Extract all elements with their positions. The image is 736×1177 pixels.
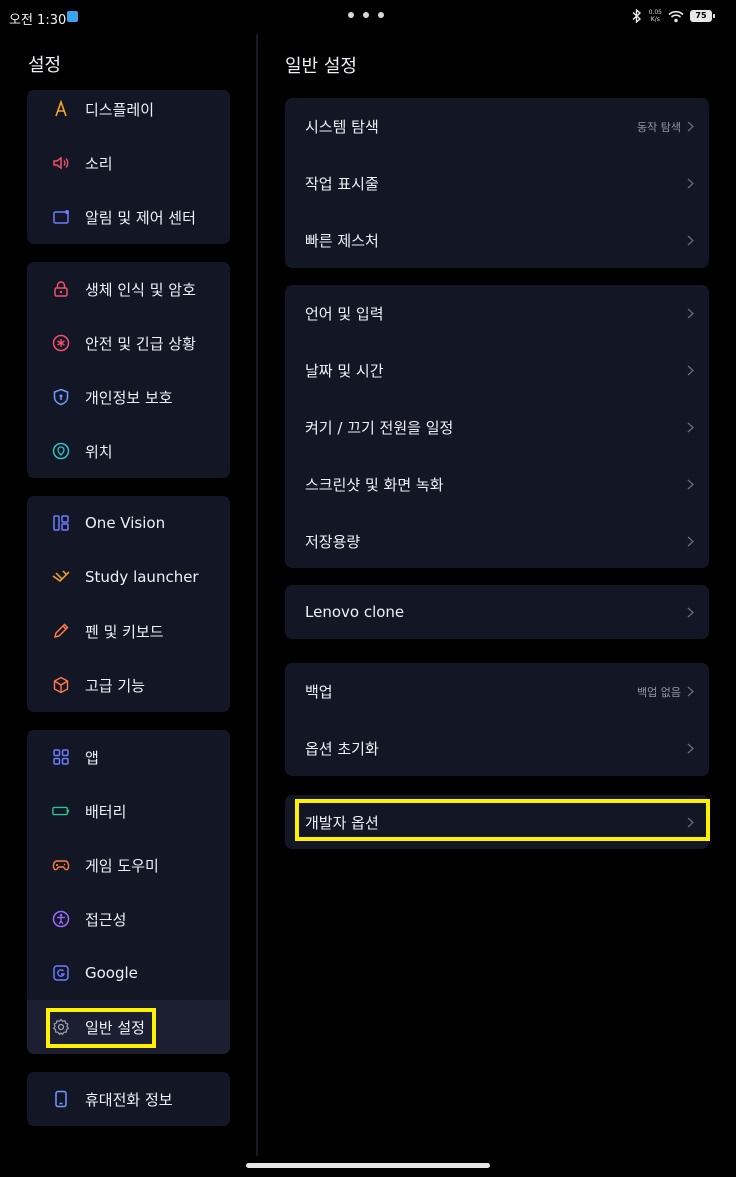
notification-app-icon [67, 11, 78, 22]
chevron-right-icon [687, 743, 695, 755]
sidebar-item-one-vision[interactable]: One Vision [27, 496, 230, 550]
row-power-schedule[interactable]: 켜기 / 끄기 전원을 일정 [285, 399, 709, 456]
chevron-right-icon [687, 606, 695, 618]
sidebar-item-battery[interactable]: 배터리 [27, 784, 230, 838]
row-system-navigation[interactable]: 시스템 탐색 동작 탐색 [285, 98, 709, 155]
apps-icon [51, 747, 71, 767]
settings-group-4: 백업 백업 없음 옵션 초기화 [285, 663, 709, 776]
sidebar-item-game-assistant[interactable]: 게임 도우미 [27, 838, 230, 892]
sidebar-item-sound[interactable]: 소리 [27, 136, 230, 190]
status-bar: 오전 1:30 0.05 K/s 75 [0, 0, 736, 34]
page-title: 일반 설정 [285, 56, 357, 77]
chevron-right-icon [687, 686, 695, 698]
row-quick-gestures[interactable]: 빠른 제스처 [285, 212, 709, 268]
study-icon [51, 567, 71, 587]
home-indicator[interactable] [246, 1163, 490, 1168]
network-speed: 0.05 K/s [648, 9, 662, 23]
sidebar-item-display[interactable]: 디스플레이 [27, 90, 230, 136]
one-vision-icon [51, 513, 71, 533]
window-menu-dots[interactable] [348, 12, 384, 18]
row-screenshot-recording[interactable]: 스크린샷 및 화면 녹화 [285, 456, 709, 513]
sidebar-title: 설정 [28, 55, 62, 76]
shield-icon [51, 387, 71, 407]
location-icon [51, 441, 71, 461]
sidebar-item-phone-info[interactable]: 휴대전화 정보 [27, 1072, 230, 1126]
sidebar-item-privacy[interactable]: 개인정보 보호 [27, 370, 230, 424]
battery-icon [51, 801, 71, 821]
sidebar-item-pen-keyboard[interactable]: 펜 및 키보드 [27, 604, 230, 658]
sidebar-item-general-settings[interactable]: 일반 설정 [27, 1000, 230, 1054]
wifi-icon [668, 10, 684, 22]
chevron-right-icon [687, 235, 695, 247]
highlight-box-developer-options [295, 799, 710, 841]
lock-icon [51, 279, 71, 299]
phone-icon [51, 1089, 71, 1109]
row-lenovo-clone[interactable]: Lenovo clone [285, 585, 709, 639]
sidebar-group-2: 생체 인식 및 암호 안전 및 긴급 상황 개인정보 보호 위치 [27, 262, 230, 478]
settings-group-1: 시스템 탐색 동작 탐색 작업 표시줄 빠른 제스처 [285, 98, 709, 268]
row-developer-options[interactable]: 개발자 옵션 [285, 795, 710, 849]
google-icon [51, 963, 71, 983]
pane-divider [256, 34, 258, 1156]
chevron-right-icon [687, 365, 695, 377]
chevron-right-icon [687, 308, 695, 320]
display-icon [51, 99, 71, 119]
battery-indicator: 75 [690, 10, 715, 22]
row-language-input[interactable]: 언어 및 입력 [285, 285, 709, 342]
sidebar-group-4: 앱 배터리 게임 도우미 접근성 Google 일반 설정 [27, 730, 230, 1054]
advanced-icon [51, 675, 71, 695]
sidebar-item-apps[interactable]: 앱 [27, 730, 230, 784]
sidebar-item-study-launcher[interactable]: Study launcher [27, 550, 230, 604]
chevron-right-icon [687, 178, 695, 190]
settings-group-2: 언어 및 입력 날짜 및 시간 켜기 / 끄기 전원을 일정 스크린샷 및 화면… [285, 285, 709, 568]
row-taskbar[interactable]: 작업 표시줄 [285, 155, 709, 212]
pen-icon [51, 621, 71, 641]
sidebar-item-google[interactable]: Google [27, 946, 230, 1000]
row-date-time[interactable]: 날짜 및 시간 [285, 342, 709, 399]
status-icons: 0.05 K/s 75 [631, 9, 715, 23]
row-reset-options[interactable]: 옵션 초기화 [285, 720, 709, 776]
sidebar-item-biometrics[interactable]: 생체 인식 및 암호 [27, 262, 230, 316]
status-time: 오전 1:30 [9, 13, 67, 28]
row-backup[interactable]: 백업 백업 없음 [285, 663, 709, 720]
settings-group-5: 개발자 옵션 [285, 795, 710, 849]
notification-icon [51, 207, 71, 227]
chevron-right-icon [687, 121, 695, 133]
accessibility-icon [51, 909, 71, 929]
sidebar-item-advanced[interactable]: 고급 기능 [27, 658, 230, 712]
bluetooth-icon [632, 9, 641, 23]
highlight-box-general-settings [46, 1008, 156, 1048]
chevron-right-icon [687, 479, 695, 491]
sidebar-item-notifications[interactable]: 알림 및 제어 센터 [27, 190, 230, 244]
sidebar-item-accessibility[interactable]: 접근성 [27, 892, 230, 946]
sidebar-item-location[interactable]: 위치 [27, 424, 230, 478]
row-storage[interactable]: 저장용량 [285, 513, 709, 568]
sidebar-group-3: One Vision Study launcher 펜 및 키보드 고급 기능 [27, 496, 230, 712]
chevron-right-icon [687, 422, 695, 434]
emergency-icon [51, 333, 71, 353]
chevron-right-icon [687, 536, 695, 548]
speaker-icon [51, 153, 71, 173]
settings-group-3: Lenovo clone [285, 585, 709, 639]
sidebar-group-1: 디스플레이 소리 알림 및 제어 센터 [27, 90, 230, 244]
sidebar-item-emergency[interactable]: 안전 및 긴급 상황 [27, 316, 230, 370]
gamepad-icon [51, 855, 71, 875]
sidebar-group-5: 휴대전화 정보 [27, 1072, 230, 1126]
